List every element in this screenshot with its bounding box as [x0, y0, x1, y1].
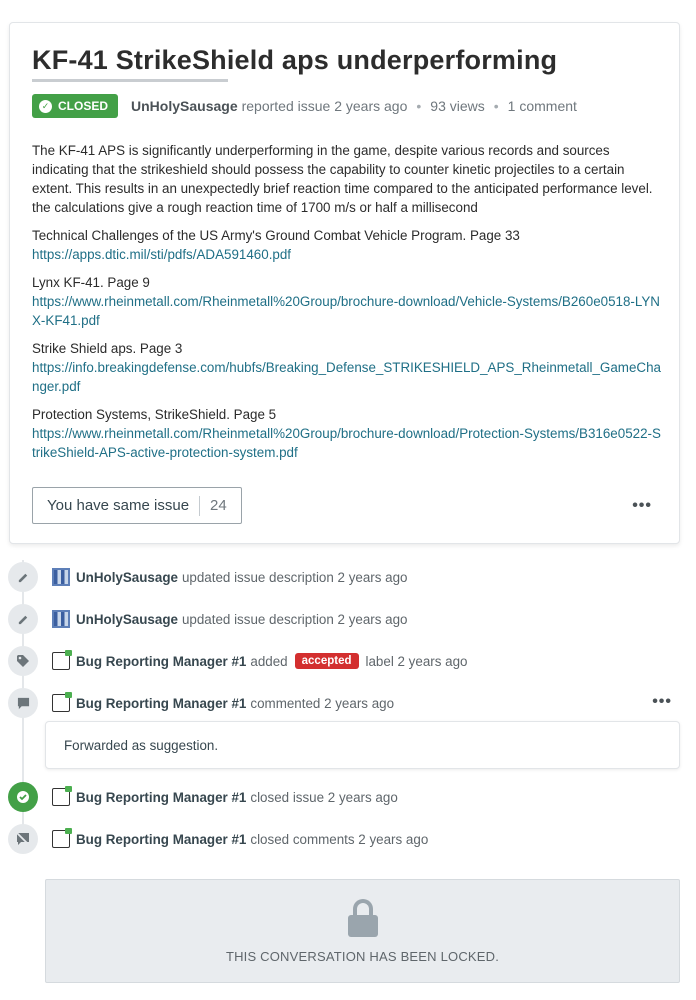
status-text: CLOSED [58, 99, 109, 113]
manager-avatar[interactable] [52, 828, 72, 848]
issue-meta: ✓ CLOSED UnHolySausage reported issue 2 … [32, 94, 577, 118]
check-circle-icon [8, 782, 38, 812]
source-item: Technical Challenges of the US Army's Gr… [32, 226, 662, 264]
event-text: label 2 years ago [365, 653, 468, 669]
issue-card: KF-41 StrikeShield aps underperforming ✓… [9, 22, 680, 544]
issue-body: The KF-41 APS is significantly underperf… [32, 141, 662, 471]
timeline-event: Bug Reporting Manager #1 added accepted … [8, 646, 468, 676]
manager-avatar[interactable] [52, 692, 72, 712]
source-label: Protection Systems, StrikeShield. Page 5 [32, 407, 277, 422]
more-horizontal-icon[interactable]: ••• [632, 497, 652, 515]
comment-body: Forwarded as suggestion. [45, 721, 680, 769]
source-item: Strike Shield aps. Page 3 https://info.b… [32, 339, 662, 396]
same-issue-count: 24 [210, 497, 227, 514]
event-user[interactable]: Bug Reporting Manager #1 [76, 832, 246, 847]
timeline-event: UnHolySausage updated issue description … [8, 562, 408, 592]
status-badge: ✓ CLOSED [32, 94, 119, 118]
user-avatar[interactable] [52, 568, 70, 586]
event-text: closed comments 2 years ago [250, 831, 429, 847]
views-count: 93 views [430, 98, 485, 114]
lock-icon [347, 898, 378, 937]
event-text: updated issue description 2 years ago [181, 569, 408, 585]
source-link[interactable]: https://apps.dtic.mil/sti/pdfs/ADA591460… [32, 245, 662, 264]
event-text: commented 2 years ago [250, 695, 395, 711]
comment-icon [8, 688, 38, 718]
same-issue-button[interactable]: You have same issue 24 [32, 487, 242, 524]
event-user[interactable]: Bug Reporting Manager #1 [76, 790, 246, 805]
locked-text: THIS CONVERSATION HAS BEEN LOCKED. [225, 948, 500, 964]
check-icon: ✓ [39, 99, 52, 113]
separator-dot: • [493, 98, 499, 114]
comment-text: Forwarded as suggestion. [64, 738, 219, 753]
manager-avatar[interactable] [52, 786, 72, 806]
issue-description: The KF-41 APS is significantly underperf… [32, 143, 653, 215]
timeline-event: UnHolySausage updated issue description … [8, 604, 408, 634]
comment-more-icon[interactable]: ••• [652, 693, 672, 711]
timeline-event: Bug Reporting Manager #1 closed comments… [8, 824, 428, 854]
event-user[interactable]: UnHolySausage [76, 612, 178, 627]
event-user[interactable]: UnHolySausage [76, 570, 178, 585]
pencil-icon [8, 562, 38, 592]
author-link[interactable]: UnHolySausage [131, 98, 238, 114]
title-underline [32, 79, 228, 82]
source-label: Technical Challenges of the US Army's Gr… [32, 228, 520, 243]
event-text: updated issue description 2 years ago [181, 611, 408, 627]
button-divider [199, 495, 201, 516]
event-text: closed issue 2 years ago [250, 789, 398, 805]
separator-dot: • [416, 98, 422, 114]
comment-off-icon [8, 824, 38, 854]
reported-text: reported issue 2 years ago [241, 98, 408, 114]
event-text: added [250, 653, 288, 669]
manager-avatar[interactable] [52, 650, 72, 670]
timeline-event: Bug Reporting Manager #1 commented 2 yea… [8, 688, 394, 718]
source-label: Strike Shield aps. Page 3 [32, 341, 183, 356]
pencil-icon [8, 604, 38, 634]
user-avatar[interactable] [52, 610, 70, 628]
issue-title: KF-41 StrikeShield aps underperforming [32, 45, 558, 75]
source-link[interactable]: https://www.rheinmetall.com/Rheinmetall%… [32, 424, 662, 462]
timeline-event: Bug Reporting Manager #1 closed issue 2 … [8, 782, 398, 812]
source-label: Lynx KF-41. Page 9 [32, 275, 150, 290]
source-item: Protection Systems, StrikeShield. Page 5… [32, 405, 662, 462]
comments-count[interactable]: 1 comment [508, 98, 577, 114]
locked-notice: THIS CONVERSATION HAS BEEN LOCKED. [45, 879, 680, 983]
event-user[interactable]: Bug Reporting Manager #1 [76, 696, 246, 711]
accepted-label[interactable]: accepted [294, 653, 359, 669]
same-issue-label: You have same issue [47, 497, 190, 514]
source-link[interactable]: https://www.rheinmetall.com/Rheinmetall%… [32, 292, 662, 330]
tag-icon [8, 646, 38, 676]
source-link[interactable]: https://info.breakingdefense.com/hubfs/B… [32, 358, 662, 396]
source-item: Lynx KF-41. Page 9 https://www.rheinmeta… [32, 273, 662, 330]
event-user[interactable]: Bug Reporting Manager #1 [76, 654, 246, 669]
